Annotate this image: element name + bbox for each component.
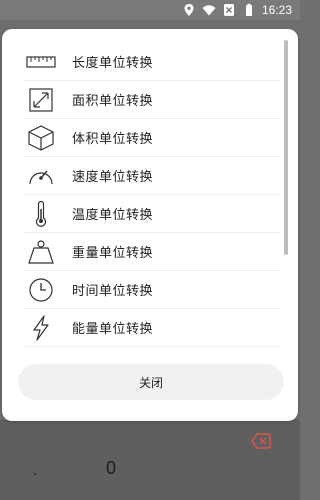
thermometer-icon [24, 200, 58, 228]
speedometer-icon [24, 162, 58, 190]
battery-icon [242, 3, 256, 17]
clock-icon [24, 276, 58, 304]
weight-icon [24, 238, 58, 266]
list-item-energy[interactable]: 能量单位转换 [24, 309, 280, 347]
item-label: 体积单位转换 [72, 132, 154, 147]
keypad-zero-key[interactable]: 0 [106, 458, 116, 479]
area-icon [24, 86, 58, 114]
list-item-temperature[interactable]: 温度单位转换 [24, 195, 280, 233]
item-label: 重量单位转换 [72, 246, 154, 261]
sim-blocked-icon [222, 3, 236, 17]
status-time: 16:23 [261, 3, 292, 17]
ruler-icon [24, 48, 58, 76]
keypad-area [0, 420, 300, 500]
list-item-length[interactable]: 长度单位转换 [24, 43, 280, 81]
conversion-list: 长度单位转换 面积单位转换 体积单位转换 速度单位转换 温度单位转换 重量单位转… [2, 43, 298, 347]
item-label: 速度单位转换 [72, 170, 154, 185]
item-label: 长度单位转换 [72, 56, 154, 71]
cube-icon [24, 124, 58, 152]
location-icon [182, 3, 196, 17]
status-bar: 16:23 [0, 0, 300, 20]
list-item-speed[interactable]: 速度单位转换 [24, 157, 280, 195]
close-button[interactable]: 关闭 [18, 364, 284, 400]
item-label: 时间单位转换 [72, 284, 154, 299]
wifi-icon [202, 3, 216, 17]
item-label: 能量单位转换 [72, 322, 154, 337]
item-label: 面积单位转换 [72, 94, 154, 109]
list-item-volume[interactable]: 体积单位转换 [24, 119, 280, 157]
list-item-weight[interactable]: 重量单位转换 [24, 233, 280, 271]
unit-conversion-dialog: 长度单位转换 面积单位转换 体积单位转换 速度单位转换 温度单位转换 重量单位转… [2, 29, 298, 421]
item-label: 温度单位转换 [72, 208, 154, 223]
keypad-dot-key[interactable]: . [33, 462, 37, 480]
lightning-icon [24, 314, 58, 342]
backspace-icon[interactable] [251, 433, 271, 449]
list-item-area[interactable]: 面积单位转换 [24, 81, 280, 119]
list-item-time[interactable]: 时间单位转换 [24, 271, 280, 309]
